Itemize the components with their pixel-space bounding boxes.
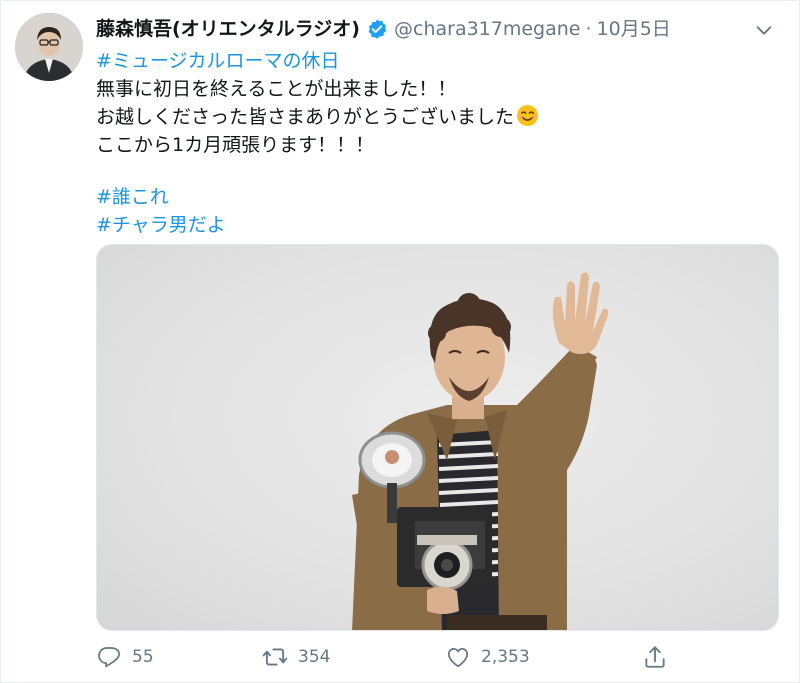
retweet-count: 354 [298,647,331,667]
tweet-date[interactable]: 10月5日 [597,16,671,42]
like-count: 2,353 [481,647,530,667]
separator-dot: · [585,18,592,40]
user-handle[interactable]: @chara317megane [394,16,580,42]
tweet-card: 藤森慎吾(オリエンタルラジオ) @chara317megane · 10月5日 … [0,0,800,683]
tweet-actions: 55 354 2,353 [96,639,776,675]
hashtag-link[interactable]: #チャラ男だよ [96,211,776,239]
avatar[interactable] [15,13,83,81]
chevron-down-icon[interactable] [753,19,775,41]
tweet-line: ここから1カ月頑張ります！！！ [96,134,375,156]
like-button[interactable]: 2,353 [445,644,530,670]
tweet-line-with-emoji: お越しくださった皆さまありがとうございました [96,103,776,131]
heart-icon [447,648,469,668]
tweet-line: 無事に初日を終えることが出来ました！！ [96,78,457,100]
share-icon [645,646,665,668]
tweet-header: 藤森慎吾(オリエンタルラジオ) @chara317megane · 10月5日 [96,16,749,42]
hashtag-link[interactable]: #ミュージカルローマの休日 [96,47,776,75]
tweet-text: #ミュージカルローマの休日 無事に初日を終えることが出来ました！！ お越しくださ… [96,47,776,239]
reply-icon [98,647,120,668]
reply-count: 55 [132,647,154,667]
tweet-photo[interactable] [96,244,779,631]
verified-badge-icon [366,18,388,40]
retweet-icon [262,648,288,666]
retweet-button[interactable]: 354 [262,644,330,670]
smiling-face-icon [516,104,539,127]
reply-button[interactable]: 55 [96,644,154,670]
hashtag-link[interactable]: #誰これ [96,183,776,211]
share-button[interactable] [642,644,678,670]
display-name[interactable]: 藤森慎吾(オリエンタルラジオ) [96,16,360,42]
tweet-line-text: お越しくださった皆さまありがとうございました [96,106,515,128]
